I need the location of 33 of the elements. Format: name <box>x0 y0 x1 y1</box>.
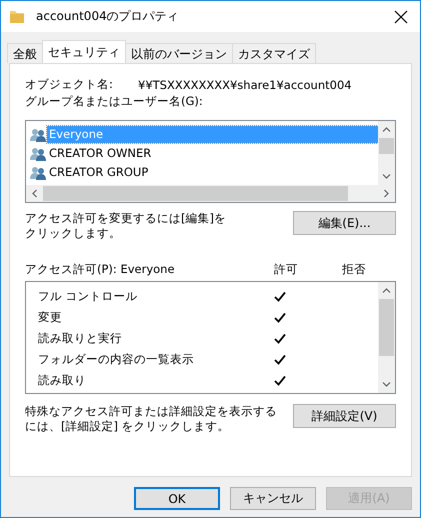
folder-icon <box>9 10 25 24</box>
users-icon <box>30 128 46 142</box>
scrollbar[interactable] <box>26 185 395 202</box>
instruction-text: アクセス許可を変更するには[編集]を <box>25 211 226 226</box>
instruction-text: 特殊なアクセス許可または詳細設定を表示する <box>25 404 277 419</box>
permission-name: 変更 <box>37 310 63 325</box>
field-label: アクセス許可(P): Everyone <box>25 262 176 276</box>
scrollbar[interactable] <box>378 282 395 393</box>
permission-name: 読み取り <box>37 373 87 388</box>
advanced-button[interactable]: 詳細設定(V) <box>293 404 396 428</box>
tab[interactable]: カスタマイズ <box>232 43 316 63</box>
tab[interactable]: セキュリティ <box>42 40 126 63</box>
scrollbar[interactable] <box>378 121 395 185</box>
dialog-button[interactable]: キャンセル <box>230 487 316 510</box>
instruction-text: クリックします。 <box>25 226 122 241</box>
field-label: オブジェクト名: <box>25 77 114 92</box>
list-item[interactable]: CREATOR GROUP <box>47 164 378 181</box>
instruction-text: には、[詳細設定] をクリックします。 <box>25 419 231 434</box>
users-icon <box>30 146 46 160</box>
window-title: account004のプロパティ <box>36 8 179 25</box>
permission-name: フォルダーの内容の一覧表示 <box>37 352 195 367</box>
edit-button[interactable]: 編集(E)... <box>293 211 396 235</box>
list-item[interactable]: CREATOR OWNER <box>47 145 378 162</box>
permission-name: 読み取りと実行 <box>37 331 123 346</box>
tab[interactable]: 全般 <box>7 43 43 63</box>
column-header: 拒否 <box>342 262 366 276</box>
object-path: ¥¥TSXXXXXXXX¥share1¥account004 <box>138 78 352 92</box>
column-header: 許可 <box>274 262 299 276</box>
field-label: グループ名またはユーザー名(G): <box>25 93 204 110</box>
permission-name: フル コントロール <box>37 289 139 304</box>
close-icon[interactable] <box>394 10 408 24</box>
users-icon <box>30 166 46 180</box>
dialog-button[interactable]: OK <box>134 487 220 510</box>
